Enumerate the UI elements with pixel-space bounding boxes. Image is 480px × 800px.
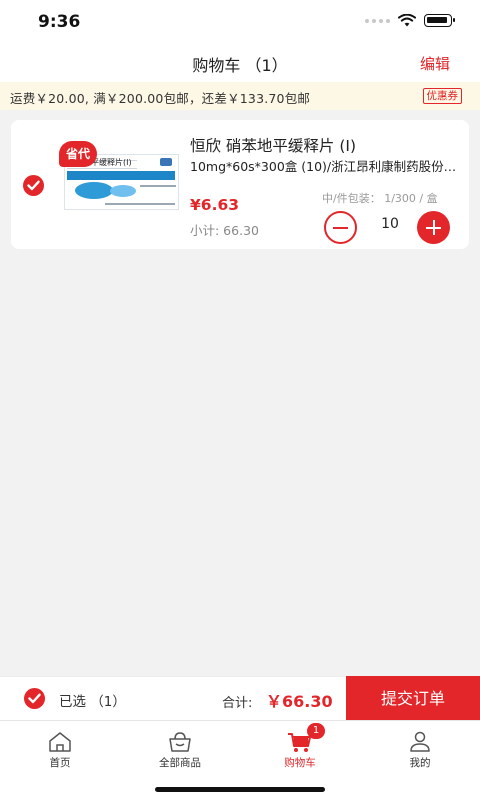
status-bar: 9:36 bbox=[0, 0, 480, 44]
tab-label: 首页 bbox=[49, 757, 71, 769]
profile-icon bbox=[410, 731, 430, 752]
decrease-quantity-button[interactable] bbox=[324, 211, 357, 244]
shipping-notice: 运费￥20.00, 满￥200.00包邮，还差￥133.70包邮 优惠券 bbox=[0, 82, 480, 110]
tab-home[interactable]: 首页 bbox=[0, 721, 120, 777]
total-amount: ￥66.30 bbox=[266, 692, 333, 711]
promo-badge: 省代 bbox=[59, 141, 97, 167]
tab-cart[interactable]: 1 购物车 bbox=[240, 721, 360, 777]
increase-quantity-button[interactable] bbox=[417, 211, 450, 244]
submit-order-button[interactable]: 提交订单 bbox=[346, 676, 480, 721]
image-logo bbox=[160, 158, 172, 166]
wifi-icon bbox=[398, 14, 416, 27]
tab-label: 全部商品 bbox=[159, 757, 201, 769]
home-indicator bbox=[155, 787, 325, 792]
pack-info: 中/件包装： 1/300 / 盒 bbox=[322, 192, 438, 205]
basket-icon bbox=[169, 732, 191, 752]
checkmark-icon bbox=[27, 180, 40, 191]
total-label: 合计: bbox=[222, 696, 253, 711]
item-select-checkbox[interactable] bbox=[23, 175, 44, 196]
product-spec: 10mg*60s*300盒 (10)/浙江昂利康制药股份有限公司 bbox=[190, 159, 460, 174]
product-name[interactable]: 恒欣 硝苯地平缓释片 (I) bbox=[190, 134, 356, 156]
battery-icon bbox=[424, 14, 455, 27]
quantity-input[interactable]: 10 bbox=[363, 216, 417, 232]
page-title: 购物车 （1） bbox=[192, 56, 288, 75]
image-text-line bbox=[105, 203, 175, 205]
status-time: 9:36 bbox=[38, 12, 81, 32]
tab-all-products[interactable]: 全部商品 bbox=[120, 721, 240, 777]
home-icon bbox=[49, 732, 71, 752]
edit-button[interactable]: 编辑 bbox=[420, 53, 450, 74]
image-blue-band bbox=[67, 171, 175, 180]
cart-item-card: 硝苯地平缓释片(I) 省代 恒欣 硝苯地平缓释片 (I) 10mg*60s*30… bbox=[11, 120, 469, 249]
tab-profile[interactable]: 我的 bbox=[360, 721, 480, 777]
checkout-bar: 已选 （1） 合计: ￥66.30 提交订单 bbox=[0, 676, 480, 721]
shipping-text: 运费￥20.00, 满￥200.00包邮，还差￥133.70包邮 bbox=[10, 91, 311, 106]
select-all-checkbox[interactable] bbox=[24, 688, 45, 709]
cart-count-badge: 1 bbox=[307, 723, 325, 739]
item-subtotal: 小计: 66.30 bbox=[190, 223, 259, 238]
image-text-line bbox=[140, 185, 176, 187]
nav-bar: 购物车 （1） 编辑 bbox=[0, 44, 480, 82]
signal-icon bbox=[365, 18, 390, 23]
coupon-button[interactable]: 优惠券 bbox=[422, 88, 462, 104]
selected-count: 已选 （1） bbox=[59, 694, 126, 710]
tab-label: 我的 bbox=[409, 757, 431, 769]
product-price: ¥6.63 bbox=[190, 196, 240, 214]
status-icons bbox=[365, 14, 455, 27]
image-graphic bbox=[110, 185, 136, 197]
tab-label: 购物车 bbox=[284, 757, 316, 769]
image-graphic bbox=[75, 182, 113, 199]
checkmark-icon bbox=[28, 693, 41, 704]
